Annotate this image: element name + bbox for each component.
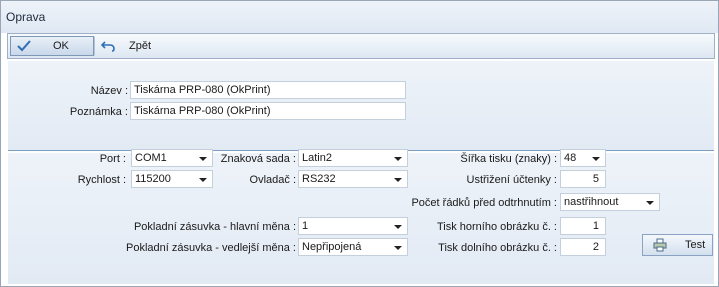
back-button-label: Zpět [129,40,152,52]
drawer-secondary-value: Nepřipojená [302,241,362,253]
chevron-down-icon [394,178,402,182]
charset-value: Latin2 [302,152,332,164]
chevron-down-icon [199,157,207,161]
ok-button-label: OK [53,40,69,52]
bottom-image-field[interactable]: 2 [560,238,606,256]
cut-label: Ustřižení účtenky : [466,174,557,186]
toolbar: OK Zpět [7,33,715,59]
bottom-image-label: Tisk dolního obrázku č. : [438,242,557,254]
identity-panel: Název : Tiskárna PRP-080 (OkPrint) Pozná… [8,61,714,151]
undo-icon [101,39,115,53]
printer-icon [653,238,667,252]
drawer-main-value: 1 [302,220,309,232]
print-width-label: Šířka tisku (znaky) : [460,153,557,165]
charset-label: Znaková sada : [220,153,296,165]
drawer-secondary-select[interactable]: Nepřipojená [298,238,408,256]
chevron-down-icon [394,225,402,229]
chevron-down-icon [394,157,402,161]
check-icon [17,39,31,53]
charset-select[interactable]: Latin2 [298,149,408,167]
window-title: Oprava [6,10,46,24]
port-value: COM1 [135,152,167,164]
chevron-down-icon [592,157,600,161]
port-label: Port : [99,153,126,165]
lines-before-cut-value: nastřihnout [564,196,619,208]
speed-value: 115200 [135,173,171,185]
drawer-secondary-label: Pokladní zásuvka - vedlejší měna : [126,242,296,254]
lines-before-cut-select[interactable]: nastřihnout [560,193,660,211]
speed-label: Rychlost : [77,174,126,186]
port-select[interactable]: COM1 [131,149,213,167]
note-field[interactable]: Tiskárna PRP-080 (OkPrint) [130,102,406,120]
drawer-main-select[interactable]: 1 [298,217,408,235]
chevron-down-icon [394,246,402,250]
name-label: Název : [90,85,128,97]
drawer-main-label: Pokladní zásuvka - hlavní měna : [133,221,296,233]
cut-field[interactable]: 5 [560,170,606,188]
chevron-down-icon [646,201,654,205]
driver-value: RS232 [302,173,336,185]
print-width-value: 48 [564,152,577,164]
driver-select[interactable]: RS232 [298,170,408,188]
test-button-label: Test [685,239,706,251]
note-label: Poznámka : [69,106,128,118]
title-bar: Oprava [1,1,718,33]
print-width-select[interactable]: 48 [560,149,606,167]
back-button[interactable]: Zpět [94,36,178,56]
test-button[interactable]: Test [642,234,713,256]
name-field[interactable]: Tiskárna PRP-080 (OkPrint) [130,81,406,99]
edit-window: Oprava OK Zpět Název : Tiskárna PRP-080 … [0,0,719,287]
speed-select[interactable]: 115200 [131,170,213,188]
top-image-field[interactable]: 1 [560,217,606,235]
chevron-down-icon [199,178,207,182]
ok-button[interactable]: OK [10,36,94,56]
top-image-label: Tisk horního obrázku č. : [436,221,557,233]
driver-label: Ovladač : [249,174,296,186]
lines-before-cut-label: Počet řádků před odtrhnutím : [411,197,557,209]
